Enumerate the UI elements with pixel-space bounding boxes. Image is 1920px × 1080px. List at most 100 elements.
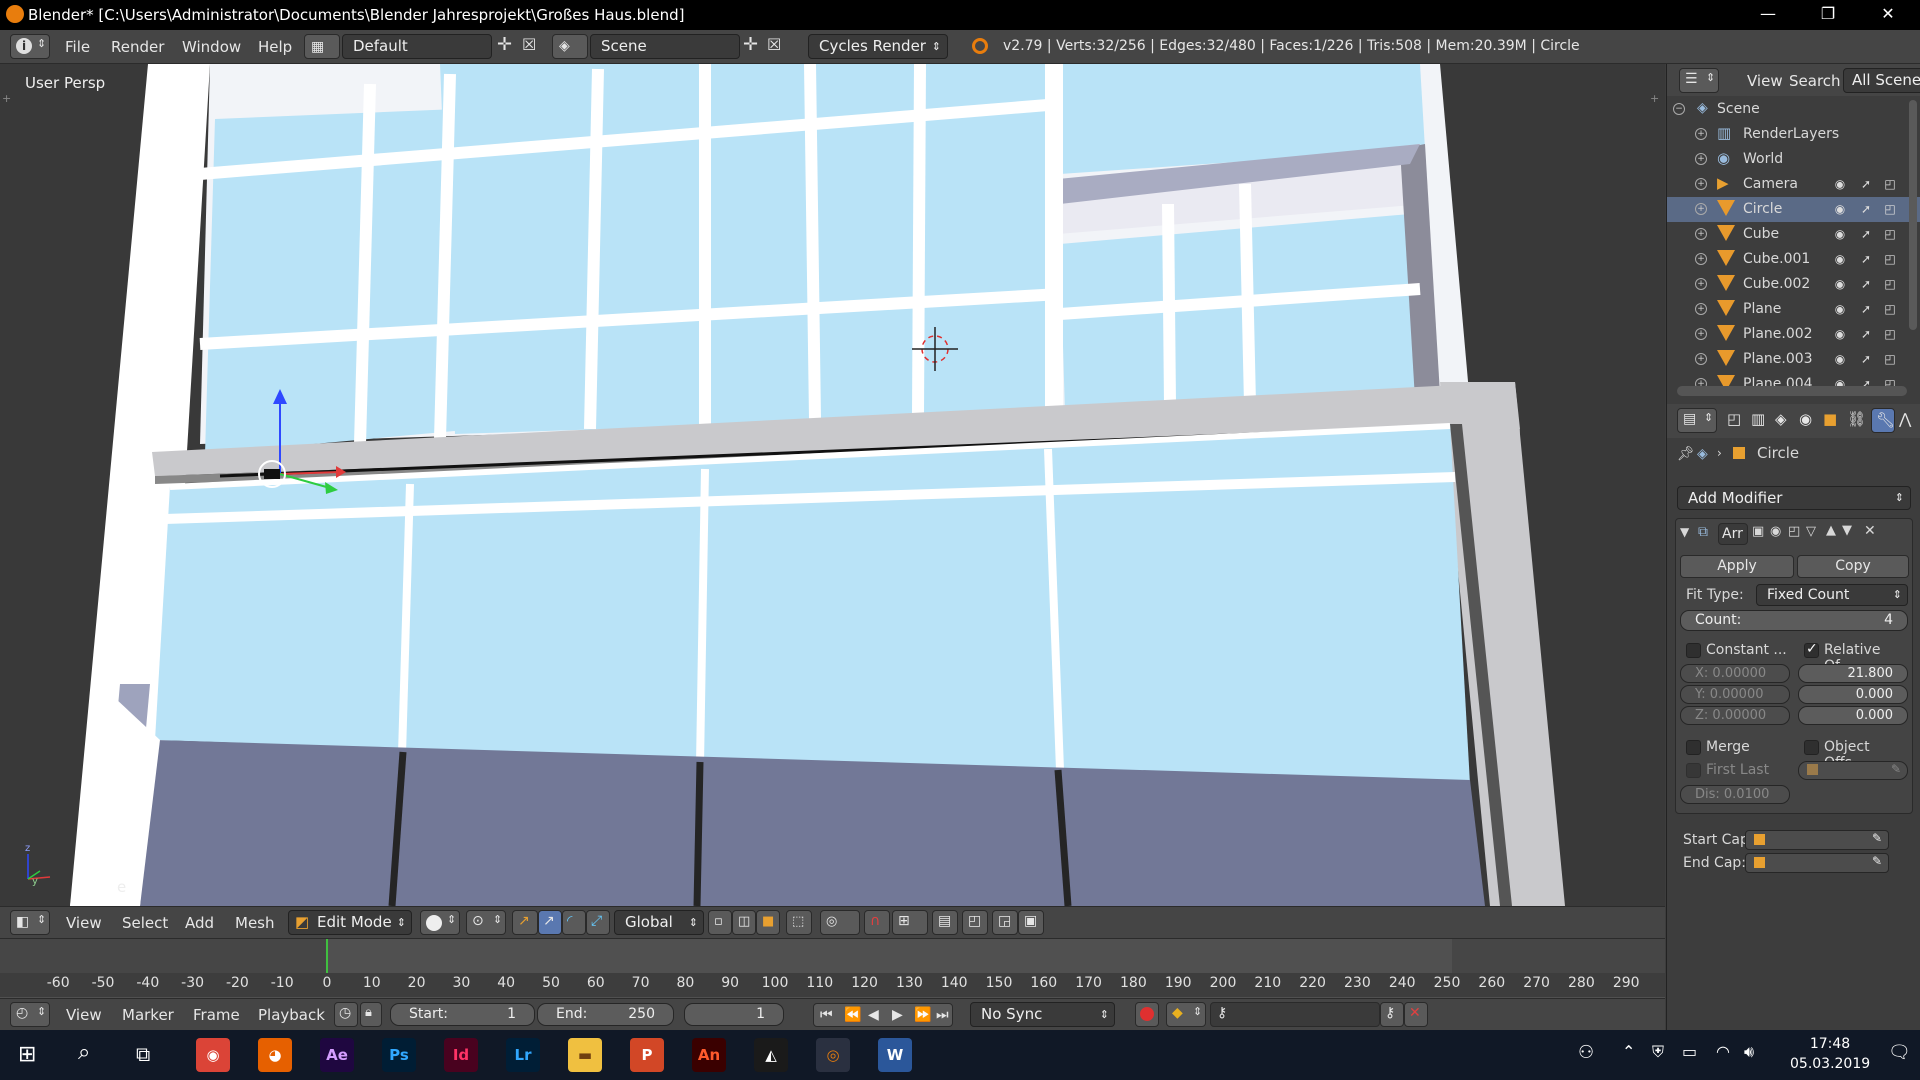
- editor-type-outliner-button[interactable]: ☰ ⇕: [1679, 68, 1719, 93]
- scale-toggle[interactable]: ⤢: [586, 910, 610, 935]
- outliner-row[interactable]: + Plane.002 ◉ ➚ ◰: [1667, 322, 1920, 347]
- mode-select[interactable]: ◩ Edit Mode ⇕: [288, 910, 412, 935]
- data-tab-icon[interactable]: ⋀: [1899, 410, 1911, 428]
- cursor-select-icon[interactable]: ➚: [1859, 202, 1873, 216]
- orientation-select[interactable]: Global ⇕: [614, 910, 704, 935]
- snap-toggle[interactable]: ∩: [864, 910, 890, 935]
- file-explorer-icon[interactable]: ▬: [568, 1038, 602, 1072]
- edge-select-toggle[interactable]: ◫: [732, 910, 756, 935]
- expand-icon[interactable]: +: [1695, 178, 1707, 190]
- cursor-select-icon[interactable]: ➚: [1859, 302, 1873, 316]
- offset-object-field[interactable]: ✎: [1798, 761, 1908, 780]
- eye-icon[interactable]: ◉: [1833, 252, 1847, 266]
- wifi-icon[interactable]: ◠: [1716, 1042, 1730, 1061]
- search-icon[interactable]: ⌕: [78, 1040, 90, 1065]
- object-offset-checkbox[interactable]: [1804, 740, 1819, 755]
- menu-render[interactable]: Render: [111, 38, 164, 56]
- unity-icon[interactable]: ◭: [754, 1038, 788, 1072]
- constant-offset-checkbox[interactable]: [1686, 643, 1701, 658]
- keying-set-select[interactable]: ◆ ⇕: [1166, 1002, 1206, 1027]
- after-effects-icon[interactable]: Ae: [320, 1038, 354, 1072]
- cursor-select-icon[interactable]: ➚: [1859, 277, 1873, 291]
- collapse-icon[interactable]: −: [1673, 103, 1685, 115]
- battery-icon[interactable]: ▭: [1682, 1042, 1697, 1061]
- menu-select[interactable]: Select: [122, 914, 168, 932]
- cursor-select-icon[interactable]: ➚: [1859, 227, 1873, 241]
- fit-type-select[interactable]: Fixed Count ⇕: [1756, 584, 1908, 606]
- eye-icon[interactable]: ◉: [1833, 352, 1847, 366]
- sync-select[interactable]: No Sync ⇕: [970, 1002, 1115, 1027]
- layout-select[interactable]: Default: [342, 34, 492, 59]
- proportional-edit-select[interactable]: ◎: [820, 910, 860, 935]
- eyedropper-icon[interactable]: ✎: [1872, 854, 1882, 868]
- active-keying-set[interactable]: ⚷: [1210, 1002, 1380, 1027]
- menu-window[interactable]: Window: [182, 38, 241, 56]
- scene-tab-icon[interactable]: ◈: [1775, 410, 1787, 428]
- start-frame-field[interactable]: Start: 1: [390, 1003, 535, 1026]
- maximize-button[interactable]: ❐: [1800, 0, 1856, 30]
- snap-target-button[interactable]: ▤: [932, 910, 958, 935]
- pivot-select[interactable]: ⊙ ⇕: [466, 910, 506, 935]
- modifiers-tab-icon[interactable]: 🔧︎: [1871, 408, 1895, 433]
- apply-button[interactable]: Apply: [1680, 555, 1794, 578]
- cursor-select-icon[interactable]: ➚: [1859, 352, 1873, 366]
- outliner-hscrollbar[interactable]: [1677, 386, 1907, 396]
- delete-keyframe-button[interactable]: ✕: [1404, 1002, 1428, 1027]
- remove-layout-icon[interactable]: ☒: [522, 35, 536, 54]
- expand-icon[interactable]: +: [1695, 228, 1707, 240]
- expand-icon[interactable]: +: [1695, 278, 1707, 290]
- opengl-anim-button-2[interactable]: ▣: [1018, 910, 1044, 935]
- cursor-select-icon[interactable]: ➚: [1859, 252, 1873, 266]
- next-keyframe-icon[interactable]: ⏩: [914, 1004, 931, 1026]
- collapse-panel-icon[interactable]: ▼: [1680, 525, 1689, 539]
- viewport-display-icon[interactable]: ◉: [1770, 524, 1781, 539]
- camera-render-icon[interactable]: ◰: [1883, 252, 1897, 266]
- camera-render-icon[interactable]: ◰: [1883, 177, 1897, 191]
- outliner-row[interactable]: + Plane.003 ◉ ➚ ◰: [1667, 347, 1920, 372]
- timeline-area[interactable]: -60 -50 -40 -30 -20 -10 0 10 20 30 40 50 60 70 80 90 100…: [0, 938, 1665, 998]
- menu-marker[interactable]: Marker: [122, 1006, 174, 1024]
- pin-icon[interactable]: 📌︎: [1677, 446, 1695, 462]
- modifier-name-field[interactable]: Arr: [1718, 523, 1748, 545]
- camera-render-icon[interactable]: ◰: [1883, 352, 1897, 366]
- occlude-toggle[interactable]: ⬚: [786, 910, 812, 935]
- editor-type-properties-button[interactable]: ▤ ⇕: [1677, 408, 1717, 433]
- editor-type-info-button[interactable]: i ⇕: [10, 34, 50, 59]
- rotate-toggle[interactable]: ◜: [562, 910, 586, 935]
- current-frame-field[interactable]: 1: [684, 1003, 784, 1026]
- add-scene-icon[interactable]: ✛: [743, 34, 758, 55]
- cursor-select-icon[interactable]: ➚: [1859, 327, 1873, 341]
- defender-icon[interactable]: ⛨: [1652, 1042, 1664, 1062]
- first-last-checkbox[interactable]: [1686, 763, 1701, 778]
- relative-x-field[interactable]: 21.800: [1798, 664, 1908, 683]
- render-engine-select[interactable]: Cycles Render ⇕: [808, 34, 948, 59]
- editor-type-3d-button[interactable]: ◧ ⇕: [10, 910, 50, 935]
- blender-icon[interactable]: ◎: [816, 1038, 850, 1072]
- outliner-row[interactable]: + Cube ◉ ➚ ◰: [1667, 222, 1920, 247]
- scene-type-button[interactable]: ◈: [552, 34, 588, 59]
- lightroom-icon[interactable]: Lr: [506, 1038, 540, 1072]
- move-up-icon[interactable]: ▲: [1826, 523, 1836, 538]
- task-view-icon[interactable]: ⧉: [136, 1042, 150, 1066]
- eye-icon[interactable]: ◉: [1833, 327, 1847, 341]
- expand-icon[interactable]: +: [1695, 128, 1707, 140]
- object-tab-icon[interactable]: ■: [1823, 410, 1837, 428]
- editor-type-timeline-button[interactable]: ◴ ⇕: [10, 1002, 50, 1027]
- add-layout-icon[interactable]: ✛: [497, 34, 512, 55]
- firefox-icon[interactable]: ◕: [258, 1038, 292, 1072]
- people-icon[interactable]: ⚇: [1578, 1042, 1594, 1063]
- constant-y-field[interactable]: Y: 0.00000: [1680, 685, 1790, 704]
- on-cage-icon[interactable]: ▽: [1806, 524, 1816, 539]
- eye-icon[interactable]: ◉: [1833, 227, 1847, 241]
- eye-icon[interactable]: ◉: [1833, 302, 1847, 316]
- current-frame-line[interactable]: [326, 939, 328, 975]
- outliner-row-scene[interactable]: − ◈ Scene: [1667, 97, 1920, 122]
- cursor-select-icon[interactable]: ➚: [1859, 177, 1873, 191]
- menu-mesh[interactable]: Mesh: [235, 914, 275, 932]
- preview-range-toggle[interactable]: ◷: [334, 1002, 358, 1027]
- shading-select[interactable]: ⇕: [420, 910, 460, 935]
- expand-icon[interactable]: +: [1695, 303, 1707, 315]
- expand-icon[interactable]: +: [1695, 153, 1707, 165]
- tray-chevron-icon[interactable]: ⌃: [1622, 1042, 1635, 1061]
- render-layers-tab-icon[interactable]: ▥: [1751, 410, 1765, 428]
